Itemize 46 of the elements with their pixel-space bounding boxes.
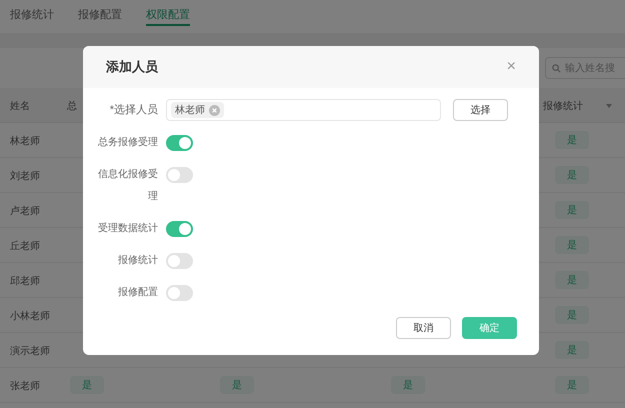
status-tag: 是 [555,271,589,289]
search-icon [552,64,561,72]
status-tag: 是 [555,236,589,254]
tab[interactable]: 报修统计 [10,6,54,26]
column-header: 姓名 [10,100,30,114]
name-cell-text: 演示老师 [10,344,50,359]
status-tag: 是 [220,376,254,394]
switch-label: 信息化报修受理 [97,168,159,204]
cancel-button[interactable]: 取消 [396,317,451,339]
status-tag: 是 [555,201,589,219]
remove-icon[interactable] [209,104,220,116]
name-cell-text: 刘老师 [10,170,40,184]
status-tag: 是 [70,376,104,394]
switch-label: 报修统计 [117,254,159,268]
name-cell-text: 小林老师 [10,310,50,324]
column-header: 总 [67,100,77,114]
close-button[interactable]: × [506,59,516,75]
tab[interactable]: 权限配置 [146,6,190,26]
status-tag: 是 [555,306,589,324]
name-cell-text: 林老师 [10,134,40,149]
toggle-switch[interactable] [166,221,193,237]
caret-icon[interactable] [606,104,612,108]
name-cell-text: 丘老师 [10,240,40,254]
name-cell-text: 邱老师 [10,274,40,289]
person-field[interactable]: 林老师 [166,99,441,121]
column-header: 报修统计 [543,100,583,114]
status-tag: 是 [555,376,589,394]
tab[interactable]: 报修配置 [78,6,122,26]
status-tag: 是 [391,376,425,394]
switch-label: 报修配置 [117,286,159,300]
field-label: *选择人员 [108,102,159,118]
switch-label: 受理数据统计 [97,222,159,236]
name-cell-text: 卢老师 [10,204,40,219]
switch-label: 总务报修受理 [97,136,159,150]
name-cell-text: 张老师 [10,380,40,394]
toggle-switch[interactable] [166,135,193,151]
status-tag: 是 [555,166,589,184]
choose-button[interactable]: 选择 [453,99,508,121]
toggle-switch[interactable] [166,167,193,183]
dialog-title: 添加人员 [106,58,158,76]
status-tag: 是 [555,341,589,359]
confirm-button[interactable]: 确定 [462,317,517,339]
toggle-switch[interactable] [166,253,193,269]
tag-label: 林老师 [175,104,205,118]
toggle-switch[interactable] [166,285,193,301]
status-tag: 是 [555,131,589,149]
